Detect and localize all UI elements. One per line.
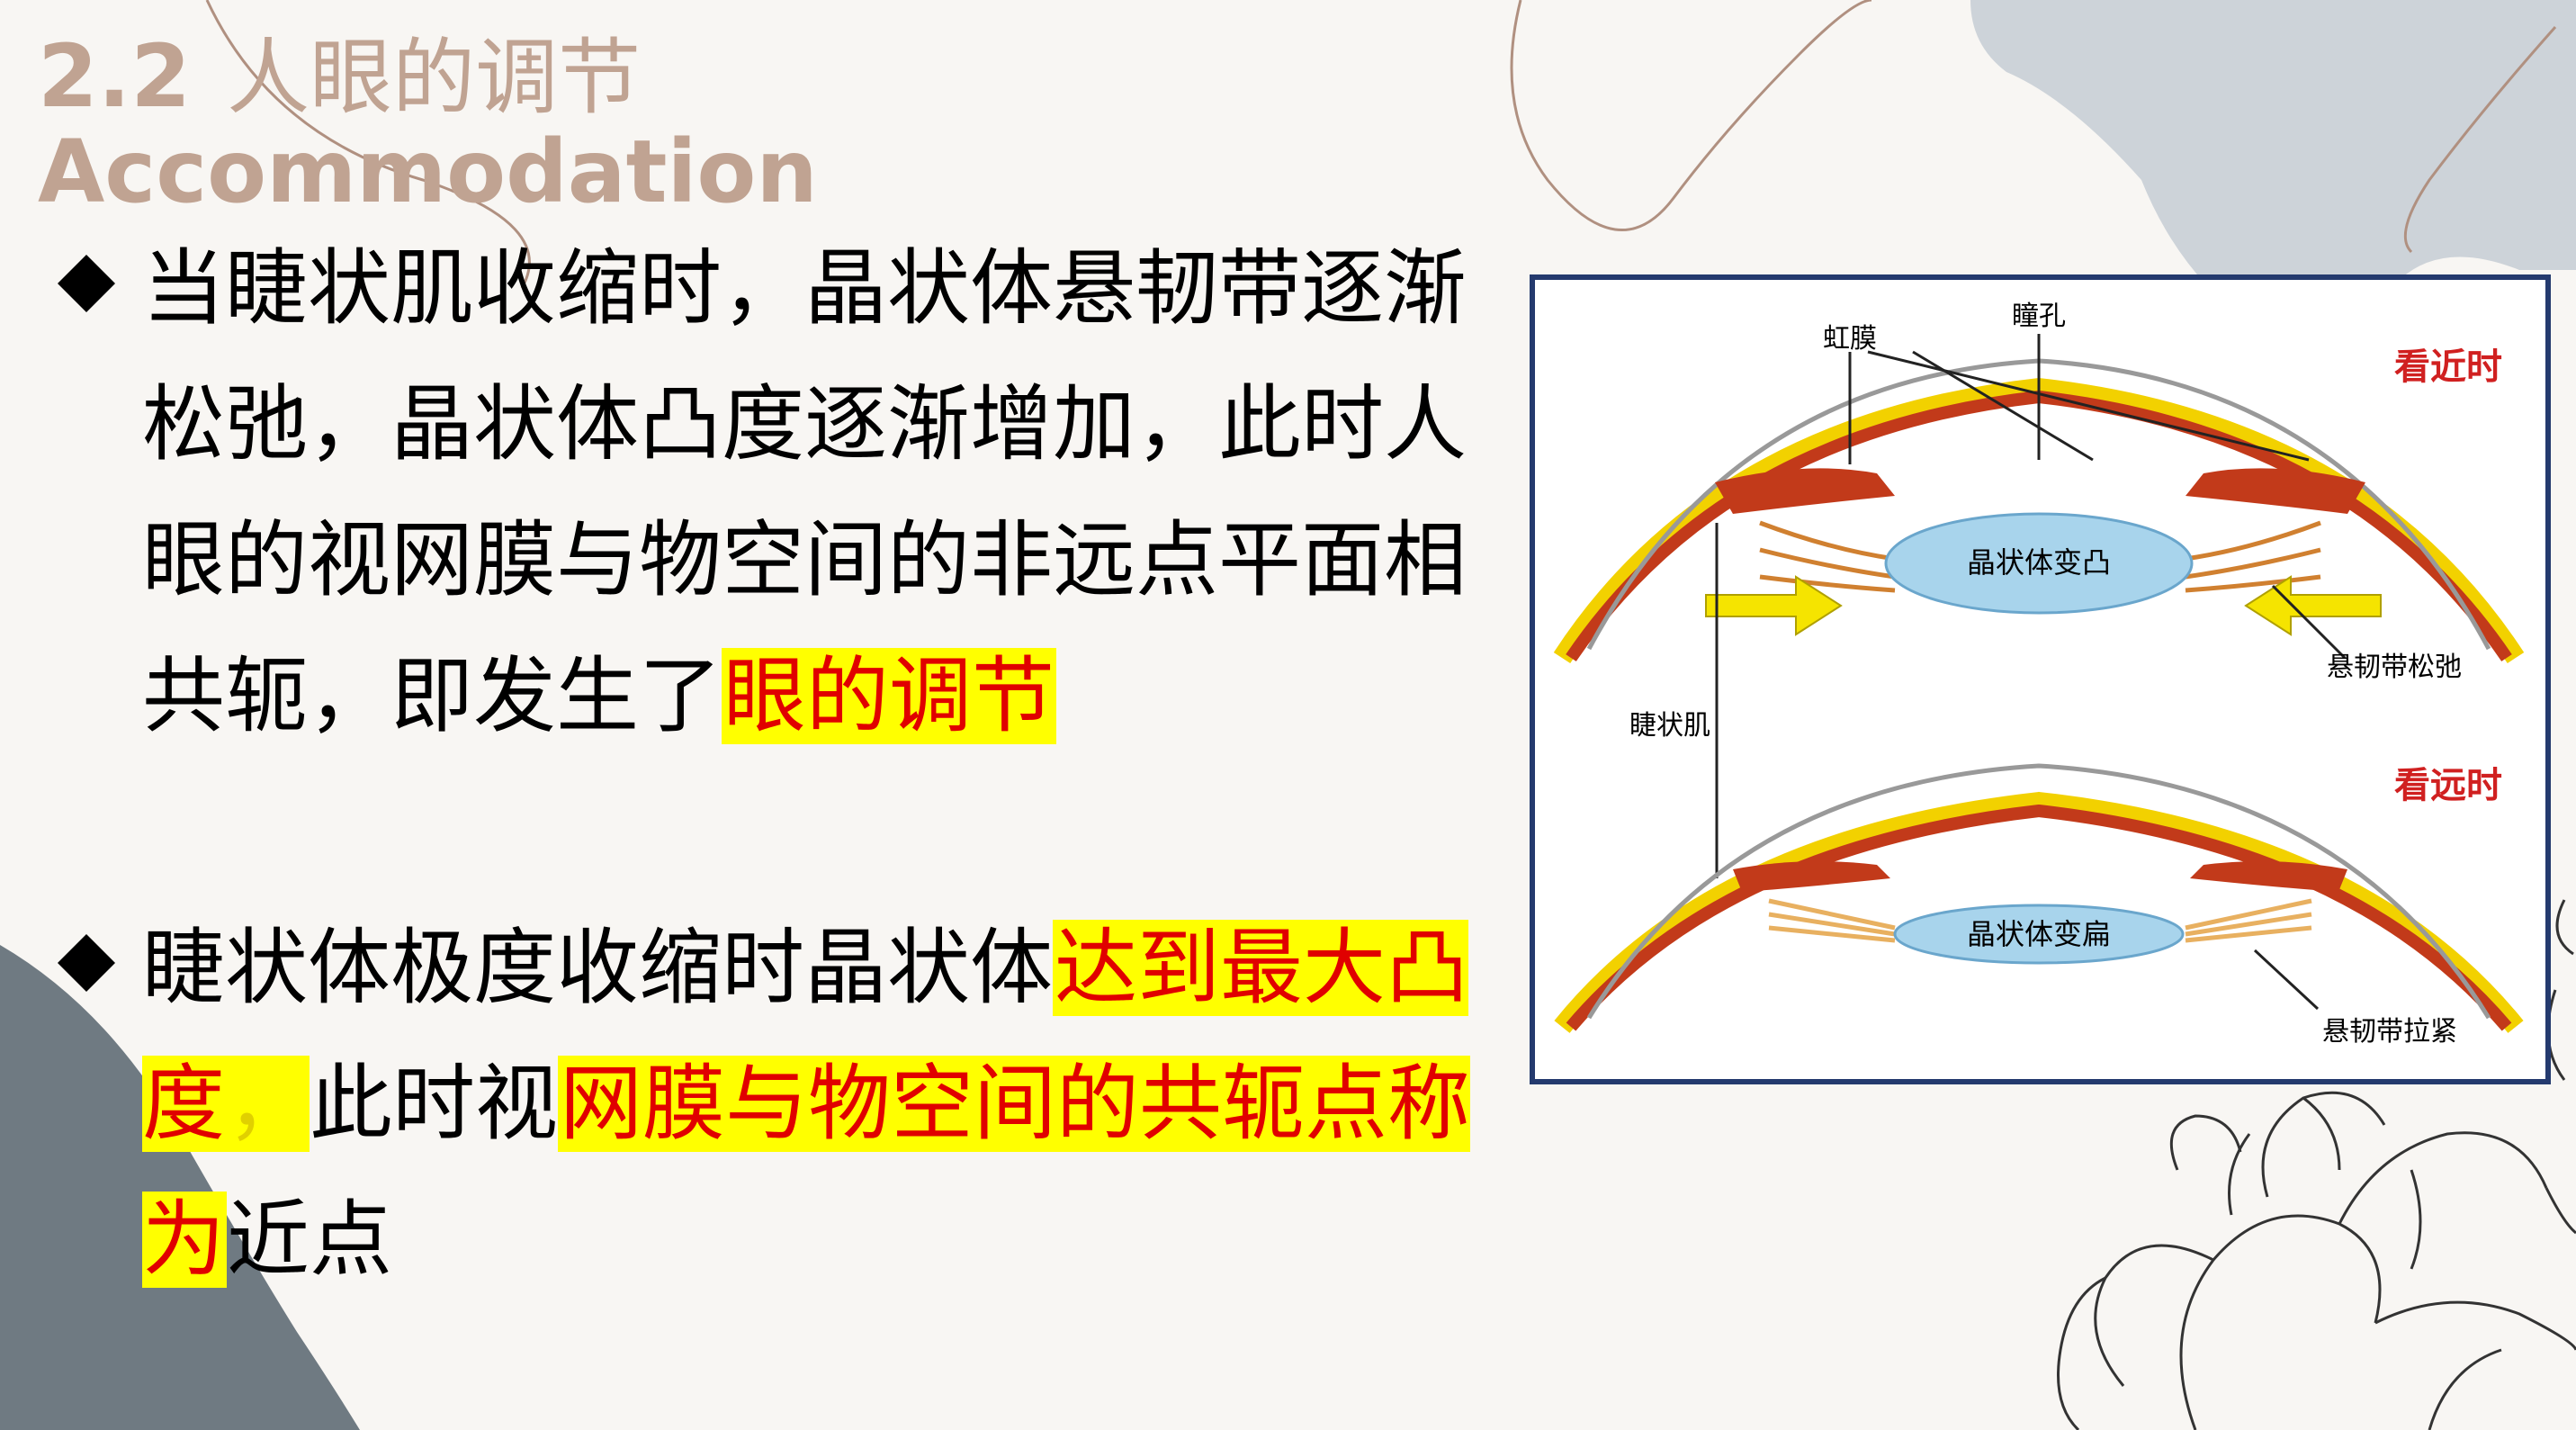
bullet-item-1: 当睫状肌收缩时，晶状体悬韧带逐渐松弛，晶状体凸度逐渐增加，此时人眼的视网膜与物空…: [45, 220, 1512, 764]
label-zonule-tight: 悬韧带拉紧: [2322, 1016, 2457, 1048]
eye-diagram: 虹膜 瞳孔 看近时 晶状体变凸 悬韧带松弛 睫状肌 看远时 晶状体变扁 悬韧带拉…: [1553, 301, 2525, 1048]
diamond-bullet-icon: [58, 255, 115, 312]
bullet-1-highlight: 眼的调节: [722, 648, 1057, 744]
label-ciliary: 睫状肌: [1629, 710, 1710, 742]
label-zonule-relaxed: 悬韧带松弛: [2327, 652, 2462, 683]
slide-title: 2.2 人眼的调节 Accommodation: [38, 27, 818, 222]
title-number: 2.2: [38, 26, 192, 127]
near-vision-diagram: 虹膜 瞳孔 看近时 晶状体变凸 悬韧带松弛: [1553, 301, 2525, 683]
label-lens-flat: 晶状体变扁: [1967, 917, 2111, 951]
bullet-2-text-2: 此时视: [310, 1056, 559, 1152]
label-far: 看远时: [2394, 765, 2502, 806]
title-line-1: 2.2 人眼的调节: [38, 26, 818, 127]
bullet-list: 当睫状肌收缩时，晶状体悬韧带逐渐松弛，晶状体凸度逐渐增加，此时人眼的视网膜与物空…: [45, 220, 1512, 1308]
label-near: 看近时: [2394, 346, 2502, 388]
bullet-2-comma: ，: [227, 1056, 310, 1152]
bullet-item-2: 睫状体极度收缩时晶状体达到最大凸度，此时视网膜与物空间的共轭点称为近点: [45, 900, 1512, 1308]
bullet-2-text-1: 睫状体极度收缩时晶状体: [142, 920, 1054, 1016]
curve-line-2: [1510, 0, 1872, 231]
label-iris: 虹膜: [1823, 323, 1877, 355]
title-chinese: 人眼的调节: [227, 30, 642, 126]
far-vision-diagram: 看远时 晶状体变扁 悬韧带拉紧: [1554, 763, 2524, 1048]
label-lens-convex: 晶状体变凸: [1967, 545, 2111, 580]
diamond-bullet-icon: [58, 934, 115, 992]
title-english: Accommodation: [38, 121, 818, 223]
bullet-2-text-3: 近点: [227, 1192, 393, 1288]
label-pupil: 瞳孔: [2012, 301, 2066, 332]
eye-accommodation-figure: 虹膜 瞳孔 看近时 晶状体变凸 悬韧带松弛 睫状肌 看远时 晶状体变扁 悬韧带拉…: [1530, 274, 2551, 1084]
